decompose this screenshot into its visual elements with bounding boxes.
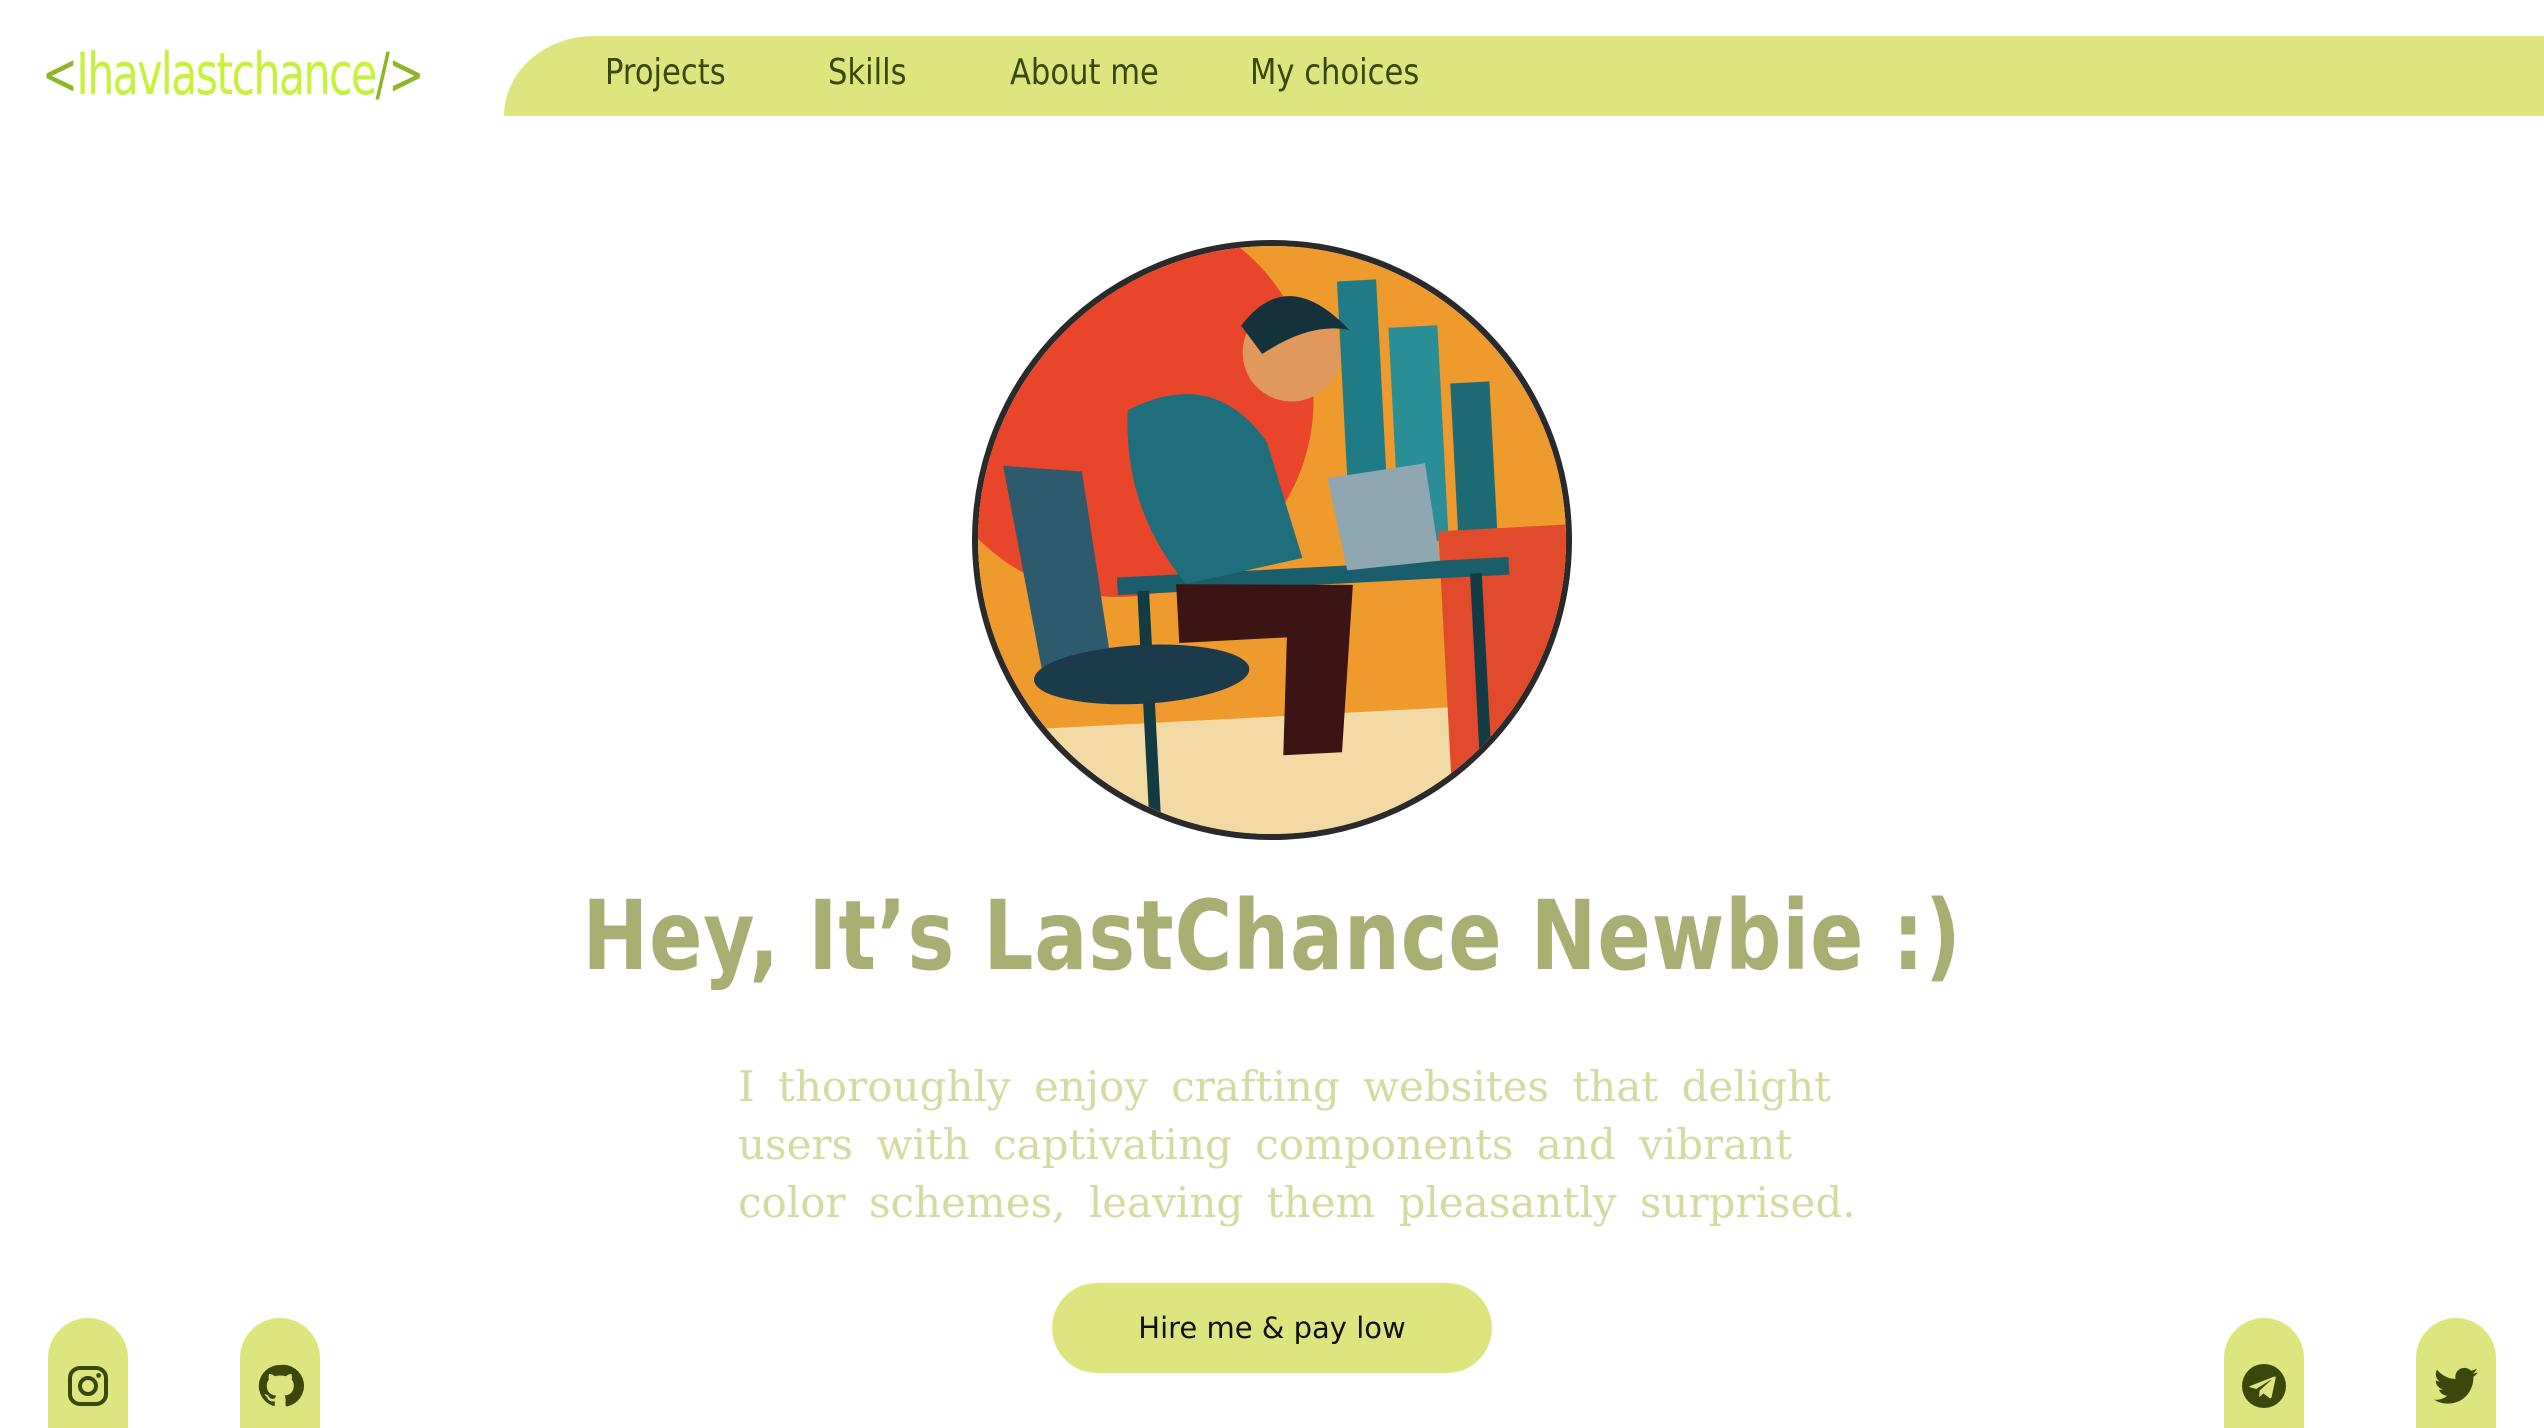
site-logo[interactable]: <Ihavlastchance/> [42, 40, 425, 108]
instagram-icon [68, 1366, 108, 1406]
instagram-link[interactable] [48, 1318, 128, 1428]
nav-my-choices[interactable]: My choices [1250, 52, 1419, 93]
hero-description: I thoroughly enjoy crafting websites tha… [738, 1062, 1856, 1227]
hero-title: Hey, It’s LastChance Newbie :) [582, 880, 1962, 992]
logo-close-bracket: /> [375, 40, 425, 108]
portrait-illustration [956, 224, 1581, 849]
nav-skills[interactable]: Skills [828, 52, 907, 93]
nav-about-me[interactable]: About me [1010, 52, 1159, 93]
twitter-icon [2434, 1367, 2478, 1404]
logo-text: Ihavlastchance [76, 40, 377, 108]
nav-projects[interactable]: Projects [605, 52, 726, 93]
profile-portrait [956, 224, 1588, 856]
telegram-link[interactable] [2224, 1318, 2304, 1428]
main-nav: Projects Skills About me My choices [504, 36, 2544, 116]
github-icon [258, 1364, 304, 1407]
hire-me-button[interactable]: Hire me & pay low [1052, 1283, 1492, 1373]
telegram-icon [2242, 1364, 2286, 1408]
github-link[interactable] [240, 1318, 320, 1428]
twitter-link[interactable] [2416, 1318, 2496, 1428]
logo-open-bracket: < [42, 40, 78, 108]
